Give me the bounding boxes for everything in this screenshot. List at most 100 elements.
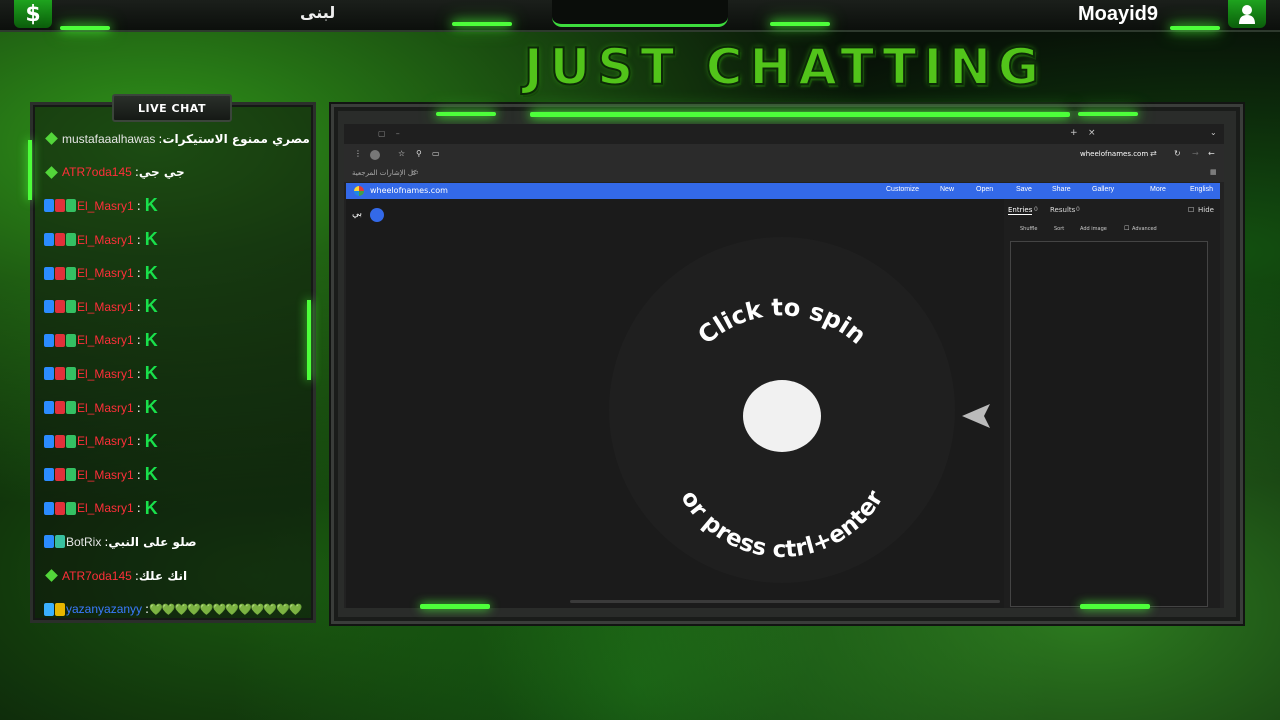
top-bar: $ لبنى Moayid9 <box>0 0 1280 32</box>
chat-badge-icon <box>55 199 65 213</box>
results-count: 0 <box>1076 206 1080 213</box>
menu-customize[interactable]: Customize <box>886 186 919 193</box>
spin-text-bottom: or press ctrl+enter <box>675 486 888 563</box>
chat-username[interactable]: BotRix <box>66 535 101 549</box>
chat-message: mustafaaalhawas : مصري ممنوع الاستيكرات <box>44 122 320 156</box>
chat-badge-icon <box>44 333 54 347</box>
site-toolbar: wheelofnames.com Customize New Open Save… <box>346 183 1220 199</box>
chat-text: K <box>144 296 158 317</box>
chat-username[interactable]: mustafaaalhawas <box>62 132 155 146</box>
chat-username[interactable]: El_Masry1 <box>77 300 134 314</box>
chat-badge-icon <box>44 233 54 247</box>
dollar-icon: $ <box>14 0 52 28</box>
hide-checkbox[interactable]: ☐ <box>1188 206 1194 214</box>
profile-icon[interactable] <box>370 150 380 160</box>
new-tab-icon[interactable]: + <box>1070 128 1078 138</box>
reload-icon[interactable]: ↻ <box>1174 149 1181 158</box>
menu-icon[interactable]: ⋮ <box>354 149 362 158</box>
hide-label: Hide <box>1198 206 1214 214</box>
chat-badge-icon <box>44 535 54 549</box>
entries-panel: Entries 0 Results 0 ☐ Hide Shuffle Sort … <box>1004 199 1220 608</box>
chat-username[interactable]: El_Masry1 <box>77 468 134 482</box>
chat-separator: : <box>136 400 141 415</box>
chat-text: K <box>144 397 158 418</box>
bookmarks-bar: كل الإشارات المرجعية ▭ ▦ <box>344 166 1224 182</box>
streamer-name: Moayid9 <box>1078 3 1159 25</box>
chat-separator: : <box>136 333 141 348</box>
chat-separator: : <box>136 467 141 482</box>
bookmarks-label[interactable]: كل الإشارات المرجعية <box>352 169 417 177</box>
chat-badge-icon <box>44 199 54 213</box>
tab-entries[interactable]: Entries <box>1008 206 1033 215</box>
chat-message: ATR7oda145 : انك علك <box>44 559 320 593</box>
site-name[interactable]: wheelofnames.com <box>370 186 448 195</box>
top-glow-right2 <box>1170 26 1220 30</box>
entries-count: 0 <box>1034 206 1038 213</box>
back-icon[interactable]: ← <box>1208 149 1215 158</box>
chat-separator: : <box>136 232 141 247</box>
chat-message: yazanyazanyy : 💚💚💚💚💚💚💚💚💚💚💚💚 <box>44 592 320 626</box>
menu-language[interactable]: English <box>1190 186 1213 193</box>
chat-username[interactable]: El_Masry1 <box>77 233 134 247</box>
menu-gallery[interactable]: Gallery <box>1092 186 1114 193</box>
menu-open[interactable]: Open <box>976 186 993 193</box>
chat-badge-icon <box>44 300 54 314</box>
entries-textarea[interactable] <box>1010 241 1208 607</box>
zoom-icon[interactable]: ⚲ <box>416 149 422 158</box>
chat-username[interactable]: El_Masry1 <box>77 434 134 448</box>
add-image-button[interactable]: Add image <box>1080 226 1107 232</box>
chat-badge-icon <box>55 535 65 549</box>
user-icon <box>1228 0 1266 28</box>
chat-badge-icon <box>55 333 65 347</box>
chat-badge-icon <box>44 468 54 482</box>
menu-save[interactable]: Save <box>1016 186 1032 193</box>
chat-badge-icon <box>55 401 65 415</box>
shuffle-button[interactable]: Shuffle <box>1020 226 1037 232</box>
chat-username[interactable]: El_Masry1 <box>77 367 134 381</box>
top-glow-right <box>770 22 830 26</box>
chat-badge-icon <box>66 367 76 381</box>
screen-glow-bottom-center <box>570 600 1000 603</box>
chat-username[interactable]: ATR7oda145 <box>62 569 132 583</box>
chat-badge-icon <box>44 434 54 448</box>
stream-title: JUST CHATTING <box>523 37 1046 97</box>
chat-message: El_Masry1 : K <box>44 458 320 492</box>
star-icon[interactable]: ☆ <box>398 149 405 158</box>
chat-badge-icon <box>66 300 76 314</box>
url-text[interactable]: wheelofnames.com <box>1080 150 1148 158</box>
wheel-center[interactable] <box>743 380 821 452</box>
chat-badge-icon <box>66 233 76 247</box>
chat-badge-icon <box>44 266 54 280</box>
chat-badge-icon <box>66 468 76 482</box>
chat-username[interactable]: El_Masry1 <box>77 199 134 213</box>
close-tab-icon[interactable]: × <box>1088 128 1096 138</box>
menu-more[interactable]: More <box>1150 186 1166 193</box>
tab-menu-icon[interactable]: ⌄ <box>1210 128 1217 137</box>
forward-icon[interactable]: → <box>1192 149 1199 158</box>
chat-username[interactable]: El_Masry1 <box>77 266 134 280</box>
chat-text: 💚💚💚💚💚💚💚💚💚💚💚💚 <box>149 602 302 616</box>
grid-icon[interactable]: ▦ <box>1210 168 1217 176</box>
advanced-checkbox[interactable]: ☐ <box>1124 225 1129 232</box>
chat-username[interactable]: El_Masry1 <box>77 401 134 415</box>
chat-badge-icon <box>45 569 58 582</box>
edit-title-icon[interactable] <box>370 208 384 222</box>
top-center-plate <box>552 0 728 27</box>
chat-username[interactable]: El_Masry1 <box>77 501 134 515</box>
screen-glow-top <box>530 112 1070 117</box>
menu-share[interactable]: Share <box>1052 186 1071 193</box>
site-settings-icon[interactable]: ⇄ <box>1150 149 1157 158</box>
chat-message-list: mustafaaalhawas : مصري ممنوع الاستيكرات A… <box>44 122 320 626</box>
chat-username[interactable]: ATR7oda145 <box>62 165 132 179</box>
cast-icon[interactable]: ▭ <box>432 149 440 158</box>
chat-message: El_Masry1 : K <box>44 492 320 526</box>
tab-results[interactable]: Results <box>1050 206 1075 214</box>
chat-username[interactable]: yazanyazanyy <box>66 602 142 616</box>
chat-separator: : <box>136 198 141 213</box>
window-controls[interactable]: ▢ – <box>378 129 400 138</box>
chat-username[interactable]: El_Masry1 <box>77 333 134 347</box>
chat-badge-icon <box>66 266 76 280</box>
menu-new[interactable]: New <box>940 186 954 193</box>
sort-button[interactable]: Sort <box>1054 226 1064 232</box>
chat-message: El_Masry1 : K <box>44 357 320 391</box>
